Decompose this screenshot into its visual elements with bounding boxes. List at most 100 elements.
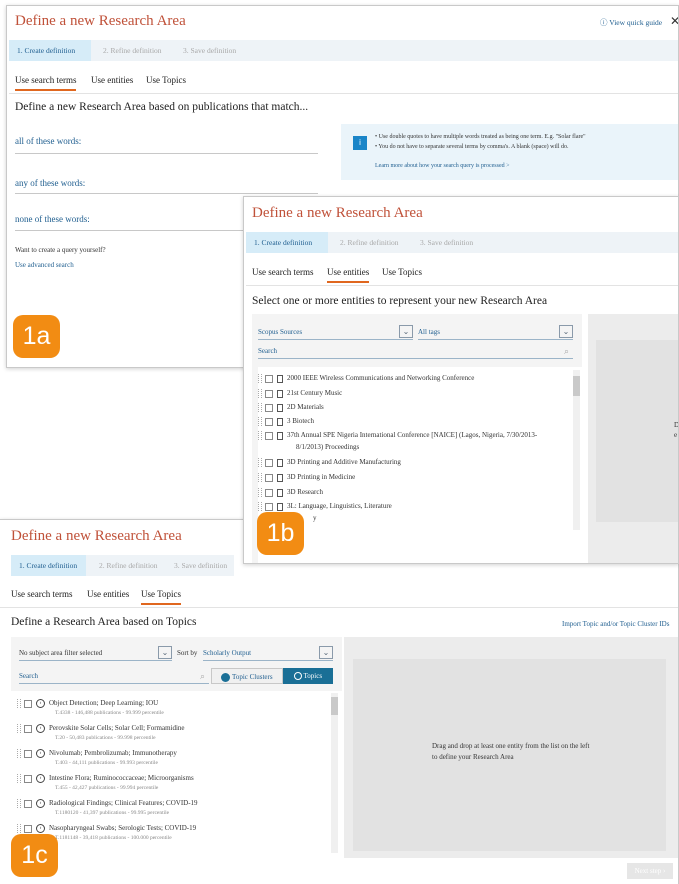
tab-use-topics[interactable]: Use Topics: [382, 267, 422, 277]
checkbox[interactable]: [265, 488, 273, 497]
topic-arrow-icon: ›: [36, 824, 45, 833]
step-create-definition: 1. Create definition: [246, 232, 328, 253]
drag-handle-icon[interactable]: [258, 502, 262, 511]
list-item[interactable]: 3L: Language, Linguistics, Literature: [258, 502, 392, 511]
list-item[interactable]: 3D Printing and Additive Manufacturing: [258, 458, 401, 467]
drag-handle-icon[interactable]: [17, 724, 21, 733]
checkbox[interactable]: [24, 774, 32, 783]
drag-handle-icon[interactable]: [258, 473, 262, 482]
drag-handle-icon[interactable]: [258, 488, 262, 497]
checkbox[interactable]: [24, 749, 32, 758]
tab-use-search-terms[interactable]: Use search terms: [11, 589, 72, 599]
drag-handle-icon[interactable]: [17, 699, 21, 708]
topic-item[interactable]: › Object Detection; Deep Learning; IOU: [17, 699, 158, 708]
checkbox[interactable]: [265, 389, 273, 398]
drop-zone[interactable]: Drag and drop at least one entity from t…: [353, 659, 666, 851]
list-item[interactable]: 21st Century Music: [258, 389, 342, 398]
checkbox[interactable]: [265, 403, 273, 412]
any-words-field[interactable]: [15, 193, 318, 194]
drag-handle-icon[interactable]: [17, 799, 21, 808]
list-item[interactable]: 37th Annual SPE Nigeria International Co…: [258, 431, 537, 440]
drag-handle-icon[interactable]: [17, 774, 21, 783]
step-refine-definition: 2. Refine definition: [99, 561, 158, 570]
drag-handle-icon[interactable]: [258, 431, 262, 440]
topic-list-scrollbar[interactable]: [331, 693, 338, 853]
list-item[interactable]: 3D Research: [258, 488, 323, 497]
list-item[interactable]: 2D Materials: [258, 403, 324, 412]
all-words-field[interactable]: [15, 153, 318, 154]
sort-by-select[interactable]: Scholarly Output ⌄: [203, 645, 333, 661]
panel-a-title: Define a new Research Area: [15, 13, 186, 29]
drag-handle-icon[interactable]: [258, 458, 262, 467]
subject-area-select[interactable]: No subject area filter selected ⌄: [19, 645, 172, 661]
step-create-definition: 1. Create definition: [11, 555, 86, 576]
topic-clusters-toggle[interactable]: Topic Clusters: [211, 668, 283, 684]
tag-select[interactable]: All tags ⌄: [418, 324, 573, 340]
document-icon: [277, 473, 283, 482]
drop-zone[interactable]: D e: [596, 340, 678, 522]
next-step-button[interactable]: Next step ›: [627, 863, 673, 879]
topic-meta: T.1180120 - 41,397 publications - 99.995…: [55, 810, 170, 816]
scrollbar-thumb[interactable]: [331, 697, 338, 715]
scrollbar-thumb[interactable]: [573, 376, 580, 396]
checkbox[interactable]: [265, 431, 273, 440]
document-icon: [277, 417, 283, 426]
drag-handle-icon[interactable]: [258, 374, 262, 383]
tab-use-search-terms[interactable]: Use search terms: [252, 267, 313, 277]
checkbox[interactable]: [265, 374, 273, 383]
entity-list: 2000 IEEE Wireless Communications and Ne…: [258, 367, 582, 563]
list-item[interactable]: 3D Printing in Medicine: [258, 473, 355, 482]
query-prompt: Want to create a query yourself?: [15, 246, 106, 254]
step-save-definition: 3. Save definition: [420, 238, 474, 247]
topic-item[interactable]: › Nivolumab; Pembrolizumab; Immunotherapy: [17, 749, 177, 758]
source-select[interactable]: Scopus Sources ⌄: [258, 324, 413, 340]
tab-use-topics[interactable]: Use Topics: [141, 589, 181, 605]
checkbox[interactable]: [265, 417, 273, 426]
panel-topics: Define a new Research Area 1. Create def…: [0, 519, 679, 884]
import-topic-ids-link[interactable]: Import Topic and/or Topic Cluster IDs: [562, 620, 669, 628]
checkbox[interactable]: [265, 458, 273, 467]
checkbox[interactable]: [265, 473, 273, 482]
sort-by-label: Sort by: [177, 649, 198, 657]
quick-guide-link[interactable]: ⓘ View quick guide: [600, 17, 662, 28]
tab-use-entities[interactable]: Use entities: [327, 267, 370, 283]
drag-handle-icon[interactable]: [258, 403, 262, 412]
checkbox[interactable]: [24, 824, 32, 833]
topic-item[interactable]: › Perovskite Solar Cells; Solar Cell; For…: [17, 724, 185, 733]
document-icon: [277, 374, 283, 383]
topics-toggle[interactable]: Topics: [283, 668, 333, 684]
tab-use-entities[interactable]: Use entities: [91, 75, 133, 85]
step-bar: 1. Create definition 2. Refine definitio…: [11, 555, 234, 576]
advanced-search-link[interactable]: Use advanced search: [15, 261, 74, 269]
drop-zone-text-fragment: e: [674, 431, 678, 439]
drop-zone-panel: D e: [588, 314, 678, 563]
drag-handle-icon[interactable]: [258, 417, 262, 426]
drag-handle-icon[interactable]: [17, 749, 21, 758]
checkbox[interactable]: [265, 502, 273, 511]
list-item[interactable]: 3 Biotech: [258, 417, 314, 426]
topic-item[interactable]: › Intestine Flora; Ruminococcaceae; Micro…: [17, 774, 194, 783]
learn-more-link[interactable]: Learn more about how your search query i…: [375, 163, 510, 169]
topic-item[interactable]: › Nasopharyngeal Swabs; Serologic Tests; …: [17, 824, 196, 833]
help-circle-icon: ⓘ: [600, 18, 608, 27]
close-icon[interactable]: ✕: [670, 14, 678, 29]
entity-search-input[interactable]: Search ⌕: [258, 343, 573, 359]
entity-list-scrollbar[interactable]: [573, 370, 580, 530]
tab-use-entities[interactable]: Use entities: [87, 589, 129, 599]
topic-search-input[interactable]: Search ⌕: [19, 668, 209, 684]
panel-c-tab-divider: [0, 607, 678, 608]
step-bar: 1. Create definition 2. Refine definitio…: [246, 232, 678, 253]
list-item-partial: y: [313, 514, 317, 522]
checkbox[interactable]: [24, 799, 32, 808]
topic-list: › Object Detection; Deep Learning; IOU T.…: [11, 691, 342, 858]
topic-meta: T.455 - 42,427 publications - 99.994 per…: [55, 785, 159, 791]
list-item[interactable]: 2000 IEEE Wireless Communications and Ne…: [258, 374, 474, 383]
tab-use-topics[interactable]: Use Topics: [146, 75, 186, 85]
drag-handle-icon[interactable]: [17, 824, 21, 833]
topic-arrow-icon: ›: [36, 699, 45, 708]
checkbox[interactable]: [24, 724, 32, 733]
tab-use-search-terms[interactable]: Use search terms: [15, 75, 77, 91]
checkbox[interactable]: [24, 699, 32, 708]
drag-handle-icon[interactable]: [258, 389, 262, 398]
topic-item[interactable]: › Radiological Findings; Clinical Feature…: [17, 799, 198, 808]
